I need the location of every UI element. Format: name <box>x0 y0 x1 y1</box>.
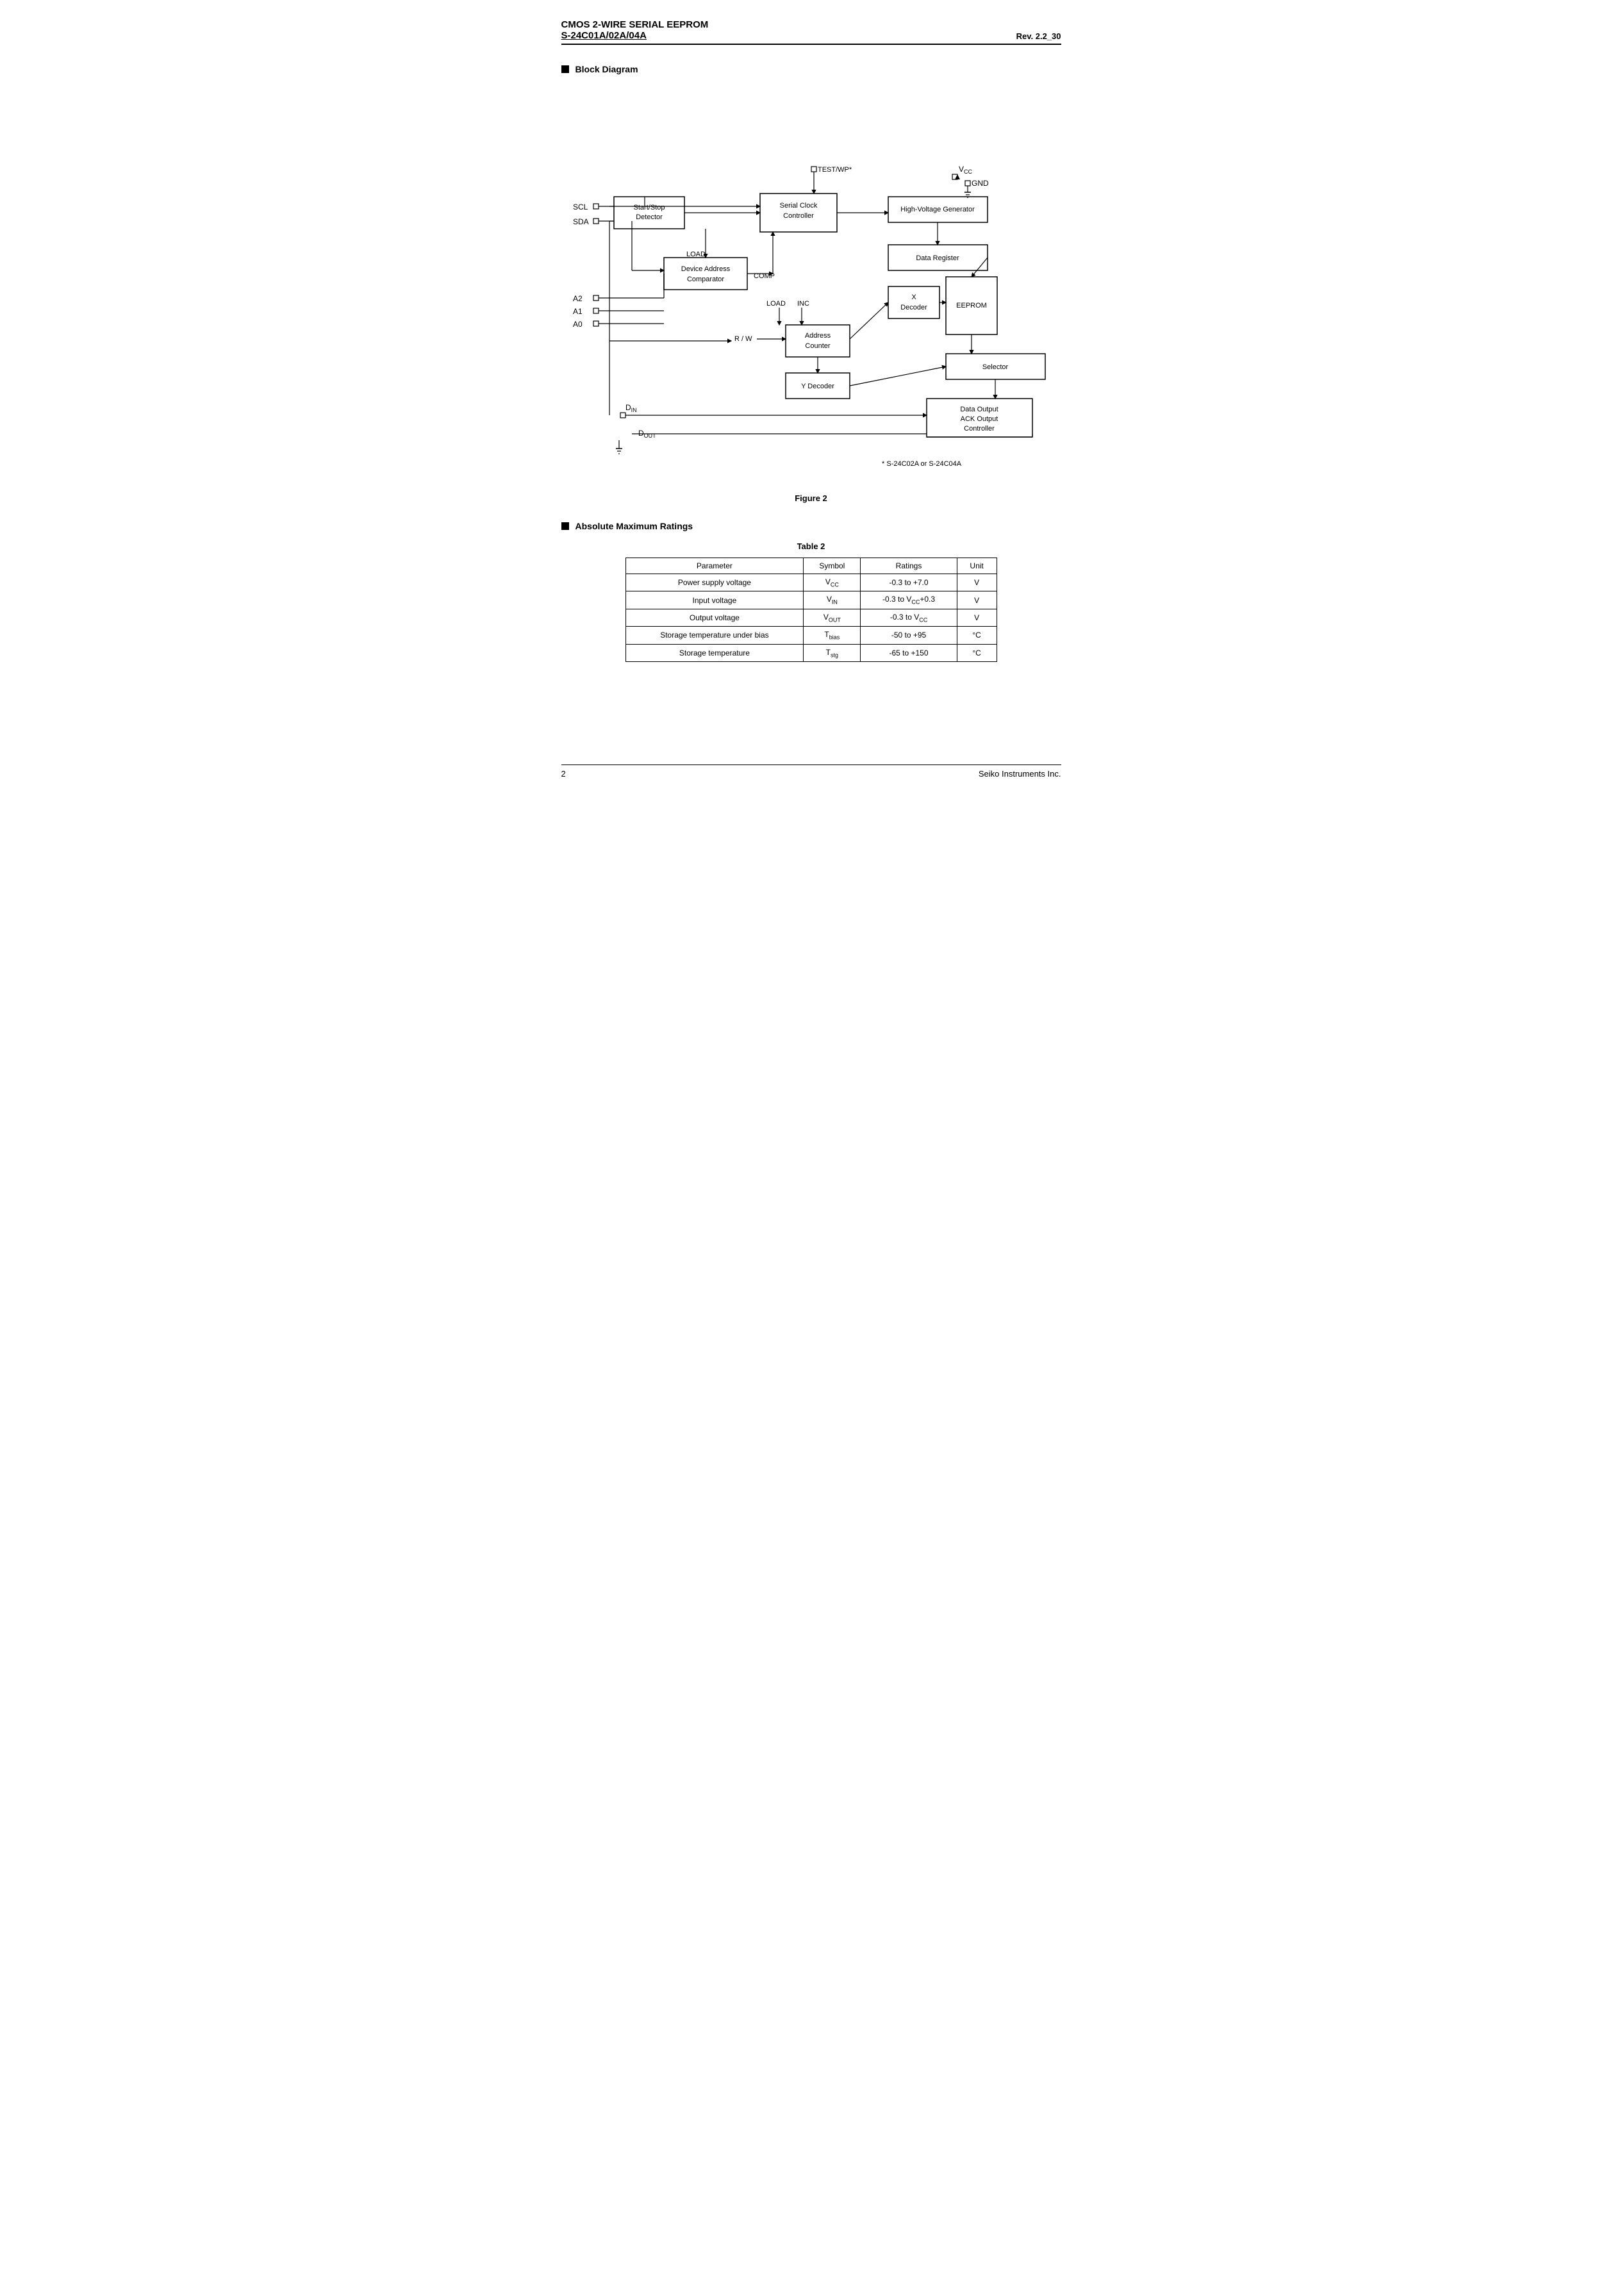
svg-text:High-Voltage Generator: High-Voltage Generator <box>900 206 975 213</box>
svg-text:Start/Stop: Start/Stop <box>633 204 665 211</box>
svg-text:A2: A2 <box>573 294 583 303</box>
svg-text:Detector: Detector <box>636 213 663 221</box>
table-row: Storage temperature Tstg -65 to +150 °C <box>625 644 997 661</box>
page-number: 2 <box>561 769 566 779</box>
header-title: CMOS 2-WIRE SERIAL EEPROM S-24C01A/02A/0… <box>561 19 709 41</box>
block-diagram: SCL SDA Start/Stop Detector Serial Clock… <box>561 85 1061 482</box>
figure-caption: Figure 2 <box>561 493 1061 503</box>
page-footer: 2 Seiko Instruments Inc. <box>561 764 1061 779</box>
svg-text:A0: A0 <box>573 320 583 329</box>
svg-text:INC: INC <box>797 300 809 308</box>
svg-text:Selector: Selector <box>982 363 1008 371</box>
svg-text:Serial Clock: Serial Clock <box>779 202 817 210</box>
col-unit: Unit <box>957 558 997 574</box>
svg-text:R / W: R / W <box>734 335 752 343</box>
svg-text:Data Register: Data Register <box>916 254 959 262</box>
svg-text:Decoder: Decoder <box>900 304 927 311</box>
svg-text:Data Output: Data Output <box>960 406 998 413</box>
header-title-line1: CMOS 2-WIRE SERIAL EEPROM <box>561 19 709 30</box>
col-parameter: Parameter <box>625 558 804 574</box>
svg-text:DIN: DIN <box>625 403 637 413</box>
svg-text:X: X <box>911 293 916 301</box>
table-row: Storage temperature under bias Tbias -50… <box>625 627 997 644</box>
svg-text:GND: GND <box>972 179 989 188</box>
table-row: Power supply voltage VCC -0.3 to +7.0 V <box>625 574 997 591</box>
col-symbol: Symbol <box>804 558 861 574</box>
svg-text:Counter: Counter <box>805 342 830 350</box>
diagram-svg: SCL SDA Start/Stop Detector Serial Clock… <box>561 85 1061 482</box>
svg-text:SCL: SCL <box>573 202 588 211</box>
svg-text:TEST/WP*: TEST/WP* <box>818 166 852 174</box>
block-diagram-heading: Block Diagram <box>561 64 1061 74</box>
svg-text:VCC: VCC <box>959 165 973 175</box>
svg-text:* S-24C02A or S-24C04A: * S-24C02A or S-24C04A <box>882 460 962 468</box>
svg-text:Controller: Controller <box>783 212 814 220</box>
svg-text:Controller: Controller <box>964 425 995 433</box>
bullet-icon <box>561 65 569 73</box>
bullet-icon-2 <box>561 522 569 530</box>
ratings-table: Parameter Symbol Ratings Unit Power supp… <box>625 557 997 662</box>
page-header: CMOS 2-WIRE SERIAL EEPROM S-24C01A/02A/0… <box>561 19 1061 45</box>
col-ratings: Ratings <box>861 558 957 574</box>
table-row: Input voltage VIN -0.3 to VCC+0.3 V <box>625 591 997 609</box>
table-caption: Table 2 <box>561 541 1061 551</box>
svg-text:Address: Address <box>804 332 831 340</box>
svg-text:EEPROM: EEPROM <box>956 302 987 310</box>
svg-text:Comparator: Comparator <box>686 276 724 283</box>
svg-text:LOAD: LOAD <box>766 300 786 308</box>
header-title-line2: S-24C01A/02A/04A <box>561 30 709 41</box>
svg-text:LOAD: LOAD <box>686 251 706 258</box>
svg-text:Y Decoder: Y Decoder <box>801 383 834 390</box>
header-rev: Rev. 2.2_30 <box>1016 31 1061 41</box>
svg-text:ACK Output: ACK Output <box>960 415 998 423</box>
company-name: Seiko Instruments Inc. <box>979 769 1061 779</box>
table-row: Output voltage VOUT -0.3 to VCC V <box>625 609 997 626</box>
svg-text:Device Address: Device Address <box>681 265 730 273</box>
svg-text:SDA: SDA <box>573 217 589 226</box>
ratings-heading: Absolute Maximum Ratings <box>561 521 1061 531</box>
svg-text:A1: A1 <box>573 307 583 316</box>
